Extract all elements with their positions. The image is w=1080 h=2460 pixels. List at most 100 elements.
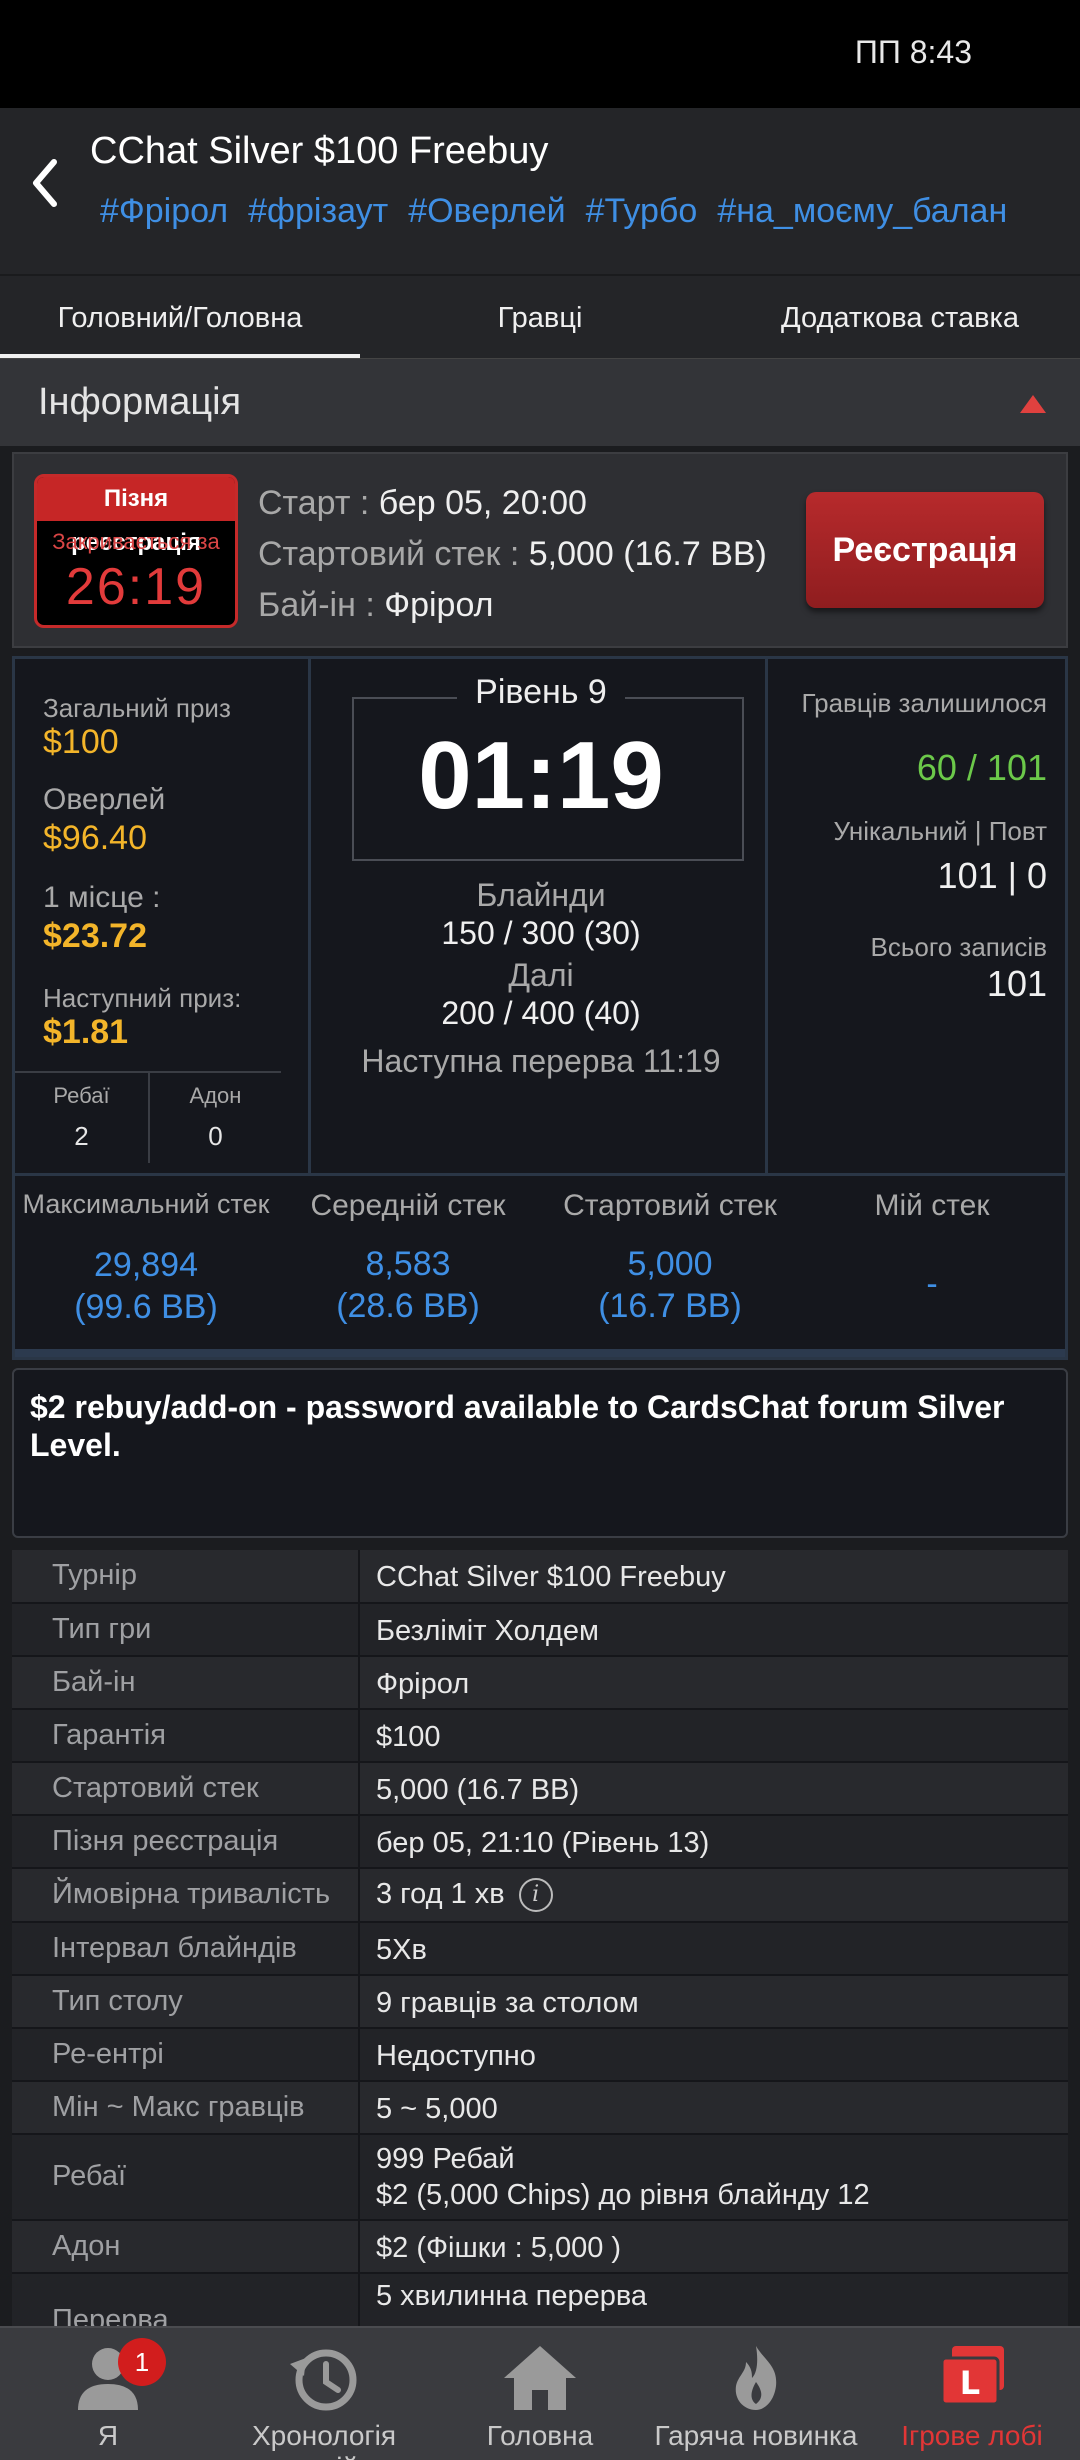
stack-row: Максимальний стек 29,894 (99.6 BB) Серед…: [15, 1189, 1065, 1349]
detail-key: Адон: [52, 2230, 121, 2262]
fire-icon: [735, 2346, 777, 2410]
tournament-notice: $2 rebuy/add-on - password available to …: [12, 1368, 1068, 1538]
total-entries-value: 101: [986, 963, 1047, 1004]
detail-value: 999 Ребай: [376, 2143, 515, 2175]
nav-game-lobby[interactable]: L Ігрове лобі: [864, 2328, 1080, 2460]
tab-bar: Головний/Головна Гравці Додаткова ставка: [0, 274, 1080, 358]
registration-card: Пізня реєстрація Закривається за 26:19 С…: [12, 452, 1068, 648]
detail-value: $2 (Фішки : 5,000 ): [376, 2232, 622, 2264]
tag-overlay[interactable]: #Оверлей: [408, 192, 565, 231]
rebuy-addon-box: Ребаї 2 Адон 0: [15, 1071, 281, 1163]
home-icon: [504, 2346, 576, 2410]
table-row: Тип столу 9 гравців за столом: [12, 1976, 1068, 2029]
table-row: Перерва 5 хвилинна перерва: [12, 2274, 1068, 2336]
next-blinds-label: Далі: [508, 957, 574, 993]
nav-label: Гаряча новинка: [654, 2420, 858, 2451]
status-time: ПП 8:43: [854, 34, 972, 70]
nav-hot-news[interactable]: Гаряча новинка: [648, 2328, 864, 2460]
avg-stack-label: Середній стек: [310, 1189, 506, 1222]
start-stack: Стартовий стек 5,000 (16.7 BB): [539, 1189, 801, 1327]
tab-players[interactable]: Гравці: [360, 276, 720, 360]
nav-label: Я: [97, 2420, 119, 2451]
table-row: Мін ~ Макс гравців 5 ~ 5,000: [12, 2082, 1068, 2135]
total-entries-label: Всього записів: [870, 932, 1047, 962]
rebuy-count: 2: [74, 1121, 89, 1151]
detail-value: 9 гравців за столом: [376, 1987, 639, 2019]
first-place-label: 1 місце :: [43, 881, 161, 914]
status-bar: ПП 8:43: [0, 0, 1080, 108]
avg-stack: Середній стек 8,583 (28.6 BB): [277, 1189, 539, 1327]
table-row: Ре-ентрі Недоступно: [12, 2029, 1068, 2082]
detail-key: Стартовий стек: [52, 1772, 259, 1804]
detail-value-wrap: 3 год 1 хв i: [376, 1876, 553, 1913]
detail-key: Бай-ін: [52, 1666, 136, 1698]
buyin-label: Бай-ін :: [258, 586, 385, 624]
table-row: Інтервал блайндів 5Хв: [12, 1923, 1068, 1976]
nav-home[interactable]: Головна: [432, 2328, 648, 2460]
chevron-left-icon: [33, 159, 57, 207]
tag-list: #Фрірол #фрізаут #Оверлей #Турбо #на_моє…: [100, 192, 1007, 231]
back-button[interactable]: [20, 148, 70, 218]
overlay-value: $96.40: [43, 819, 147, 857]
tag-balance[interactable]: #на_моєму_балан: [717, 192, 1007, 231]
info-section-header[interactable]: Інформація: [0, 358, 1080, 446]
start-stack-value: 5,000: [627, 1245, 713, 1283]
detail-value: 5 ~ 5,000: [376, 2093, 498, 2125]
detail-value: CChat Silver $100 Freebuy: [376, 1561, 726, 1593]
next-prize-label: Наступний приз:: [43, 983, 242, 1013]
detail-value: 5 хвилинна перерва: [376, 2280, 648, 2312]
info-icon[interactable]: i: [518, 1878, 553, 1913]
unique-reentry-value: 101 | 0: [937, 855, 1047, 896]
rebuy-cell: Ребаї 2: [15, 1073, 148, 1163]
tab-side-bet[interactable]: Додаткова ставка: [720, 276, 1080, 360]
divider: [15, 1173, 1065, 1176]
total-prize-label: Загальний приз: [43, 693, 231, 723]
nav-history[interactable]: Хронологія подій: [216, 2328, 432, 2460]
detail-key: Гарантія: [52, 1719, 166, 1751]
detail-value: 3 год 1 хв: [376, 1878, 505, 1910]
start-stack-label: Стартовий стек: [563, 1189, 777, 1222]
detail-value: 5Хв: [376, 1934, 427, 1966]
max-stack-value: 29,894: [94, 1246, 198, 1284]
late-registration-title: Пізня реєстрація: [37, 477, 235, 556]
players-column: Гравців залишилося 60 / 101 Унікальний |…: [771, 659, 1065, 1173]
level-label: Рівень 9: [457, 673, 625, 711]
tab-main[interactable]: Головний/Головна: [0, 276, 360, 360]
level-clock: 01:19: [418, 722, 664, 829]
first-place-value: $23.72: [43, 917, 147, 955]
detail-value: бер 05, 21:10 (Рівень 13): [376, 1827, 710, 1859]
start-label: Старт :: [258, 484, 379, 522]
nav-label: Хронологія подій: [251, 2420, 397, 2460]
detail-key: Мін ~ Макс гравців: [52, 2091, 305, 2123]
lobby-icon: L: [940, 2346, 1004, 2406]
max-stack-bb: (99.6 BB): [74, 1288, 218, 1326]
tag-freezeout[interactable]: #фрізаут: [248, 192, 388, 231]
detail-value: Безліміт Холдем: [376, 1615, 599, 1647]
prize-column: Загальний приз $100 Оверлей $96.40 1 міс…: [15, 659, 311, 1173]
start-value: бер 05, 20:00: [378, 484, 587, 522]
bottom-nav: 1 Я Хронологія подій Головна Гаряча нови…: [0, 2326, 1080, 2460]
collapse-up-icon[interactable]: [1018, 393, 1048, 415]
nav-me[interactable]: 1 Я: [0, 2328, 216, 2460]
tag-turbo[interactable]: #Турбо: [586, 192, 698, 231]
late-registration-closes-label: Закривається за: [52, 529, 220, 554]
avg-stack-bb: (28.6 BB): [336, 1287, 480, 1325]
detail-value: Фрірол: [376, 1668, 470, 1700]
level-column: Рівень 9 01:19 Блайнди 150 / 300 (30) Да…: [314, 659, 768, 1173]
next-prize-value: $1.81: [43, 1013, 129, 1051]
my-stack-value: -: [926, 1265, 938, 1303]
rebuy-label: Ребаї: [53, 1083, 110, 1108]
tag-freeroll[interactable]: #Фрірол: [100, 192, 228, 231]
buyin-value: Фрірол: [384, 586, 494, 624]
start-stack-bb: (16.7 BB): [598, 1287, 742, 1325]
next-break: Наступна перерва 11:19: [361, 1043, 721, 1079]
detail-value-line2: $2 (5,000 Chips) до рівня блайнду 12: [376, 2179, 870, 2211]
late-registration-timer: 26:19: [65, 558, 207, 616]
max-stack: Максимальний стек 29,894 (99.6 BB): [15, 1189, 277, 1328]
register-button[interactable]: Реєстрація: [806, 492, 1044, 608]
starting-stack-label: Стартовий стек :: [258, 535, 529, 573]
detail-key: Турнір: [52, 1559, 137, 1591]
table-row: Ребаї 999 Ребай $2 (5,000 Chips) до рівн…: [12, 2135, 1068, 2221]
svg-text:L: L: [960, 2364, 980, 2402]
detail-key: Пізня реєстрація: [52, 1825, 279, 1857]
